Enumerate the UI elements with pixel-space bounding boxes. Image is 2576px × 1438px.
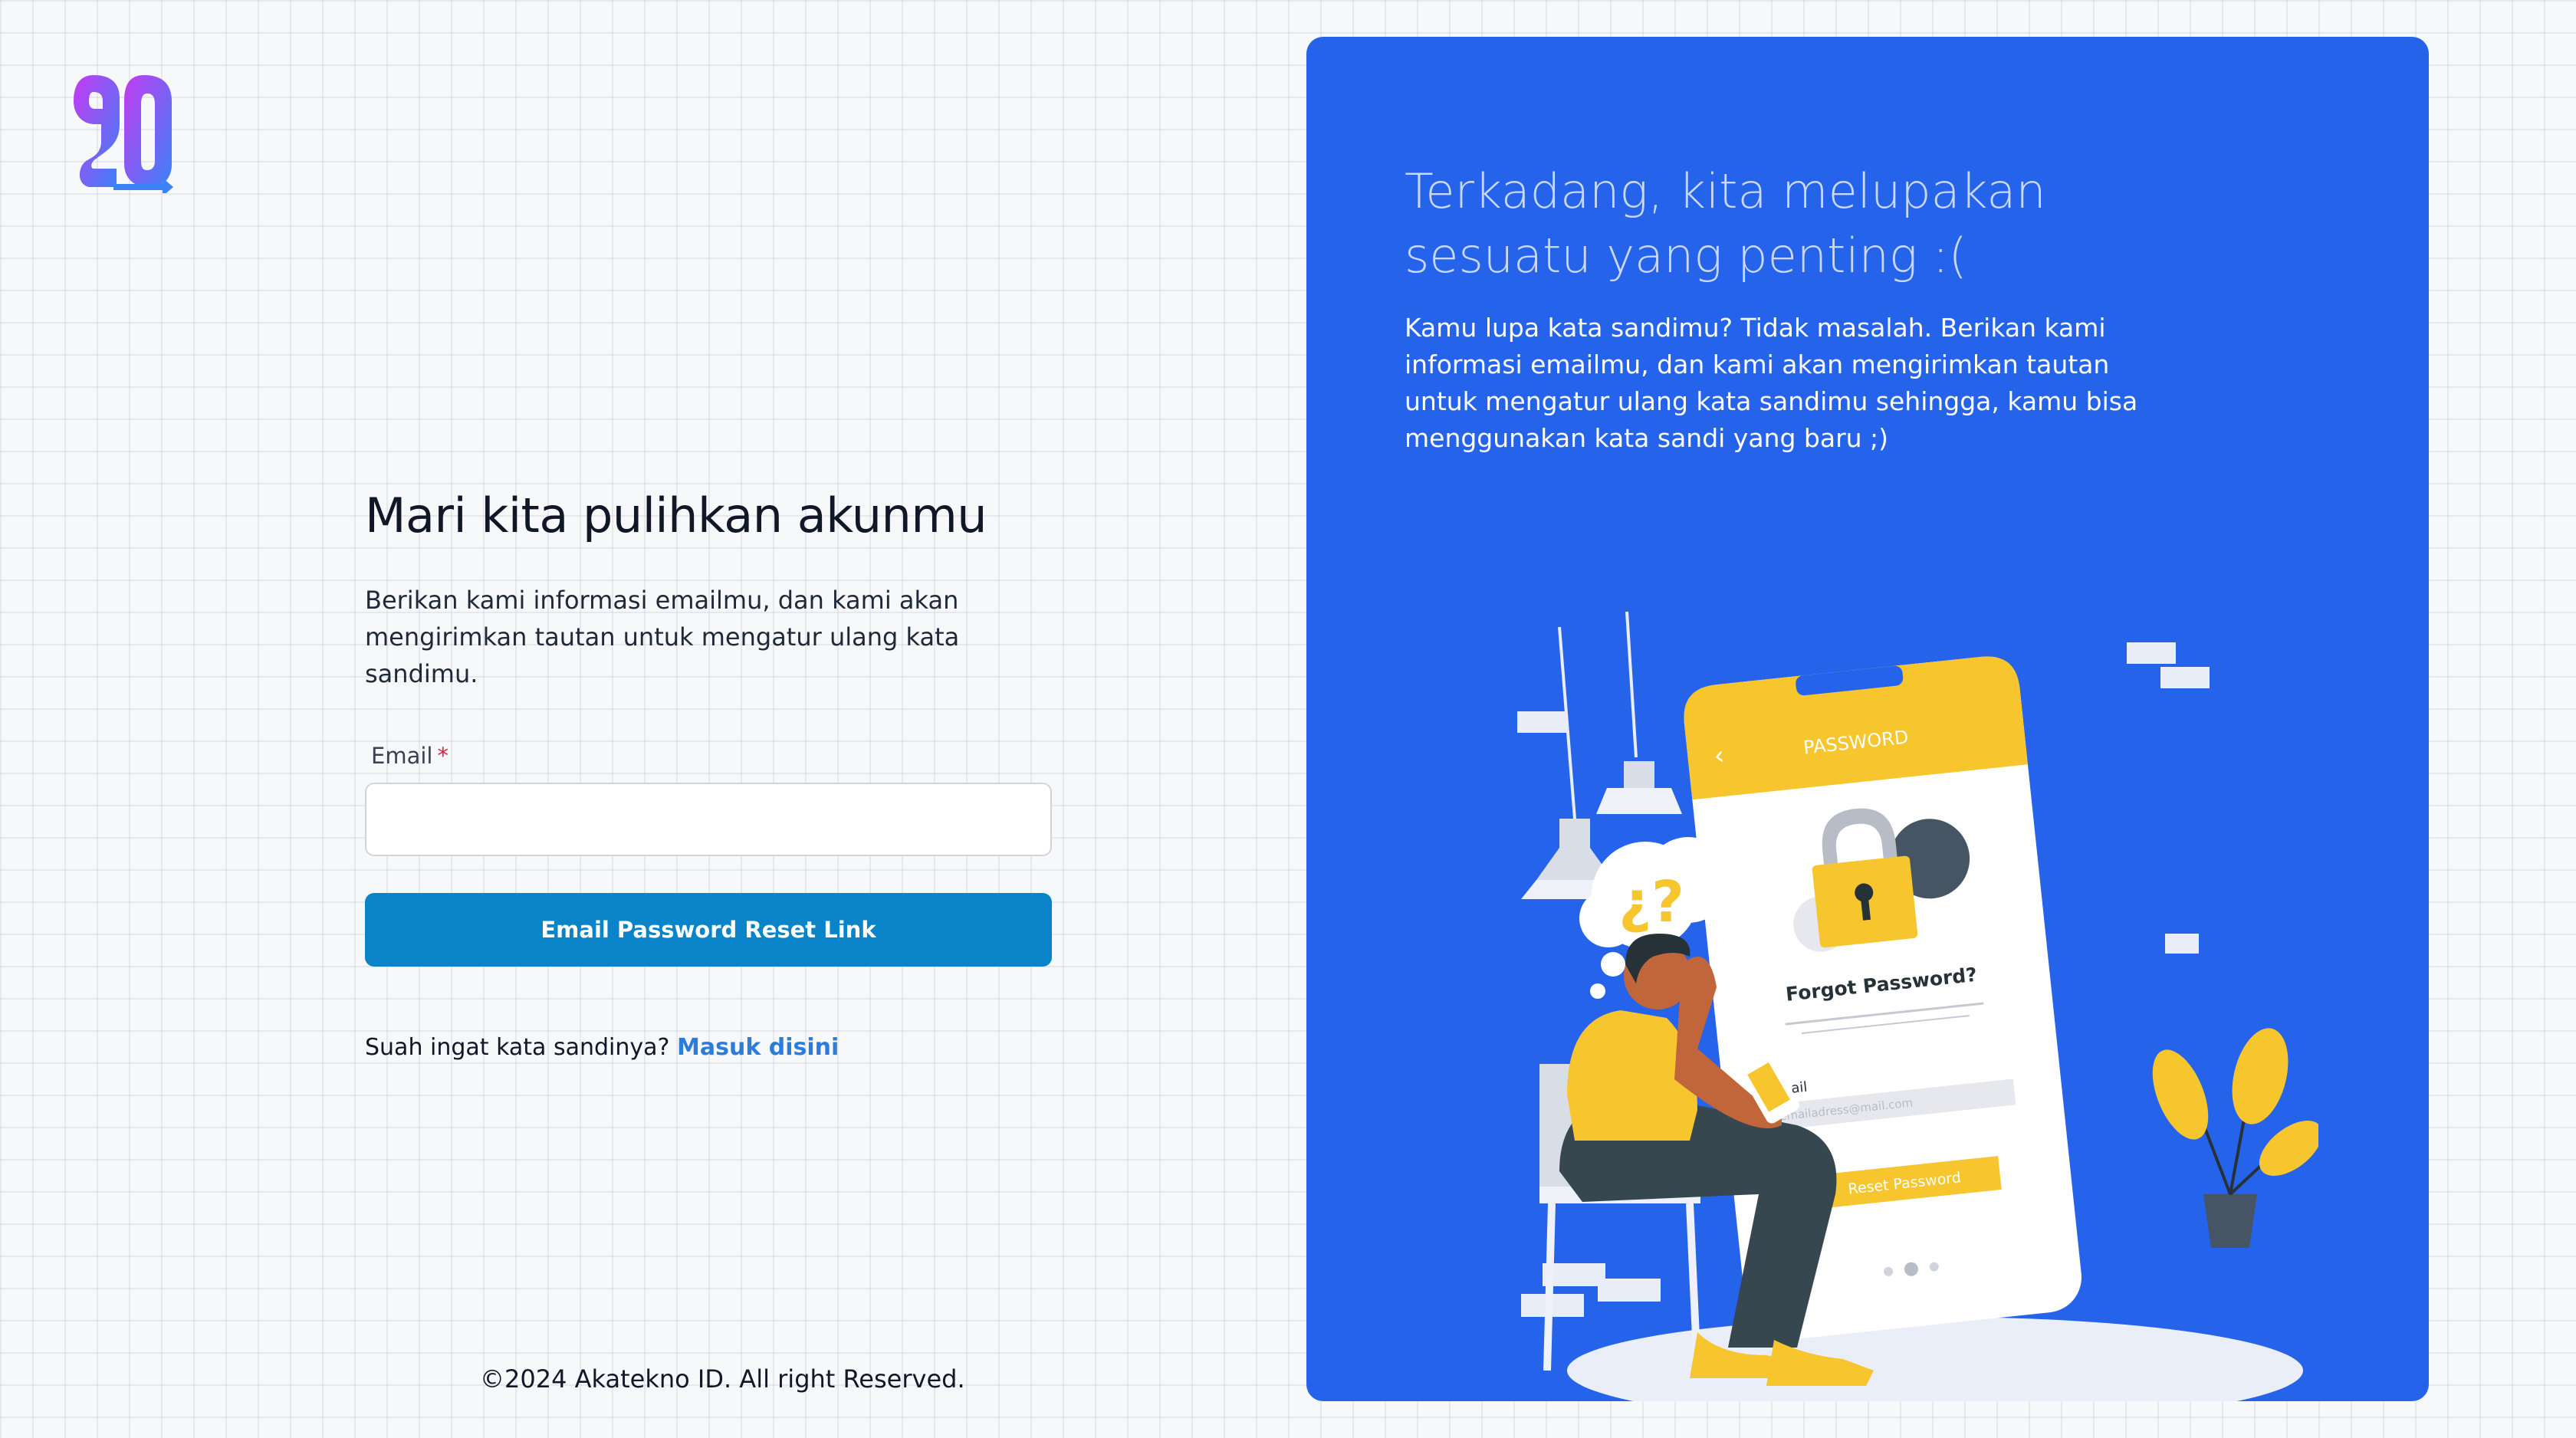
- hero-panel: Terkadang, kita melupakan sesuatu yang p…: [1306, 37, 2429, 1401]
- email-field-label: Email *: [371, 743, 1055, 769]
- wall-brick: [2127, 642, 2176, 664]
- hero-text: Kamu lupa kata sandimu? Tidak masalah. B…: [1405, 313, 2138, 453]
- email-reset-link-button[interactable]: Email Password Reset Link: [365, 893, 1052, 967]
- phone-mockup: PASSWORD ‹ Forgot Password? Email emaila…: [1684, 656, 2082, 1341]
- lamp-cord: [1625, 611, 1638, 758]
- email-field[interactable]: [365, 783, 1052, 856]
- page-title: Mari kita pulihkan akunmu: [365, 488, 987, 543]
- hero-heading: Terkadang, kita melupakan sesuatu yang p…: [1405, 163, 2046, 284]
- email-label-text: Email: [371, 743, 433, 769]
- question-icon: ¿?: [1618, 869, 1684, 935]
- akatekno-logo-icon[interactable]: [71, 71, 175, 193]
- wall-brick: [2160, 667, 2210, 688]
- required-mark: *: [437, 743, 449, 769]
- wall-brick: [2165, 934, 2199, 954]
- lamp-icon: [1624, 761, 1654, 789]
- reset-form: Mari kita pulihkan akunmu Berikan kami i…: [365, 488, 1055, 1061]
- forgot-password-illustration: PASSWORD ‹ Forgot Password? Email emaila…: [1517, 611, 2318, 1401]
- lamp-icon: [1559, 819, 1590, 849]
- plant-icon: [2152, 1028, 2318, 1248]
- footer-copyright: ©2024 Akatekno ID. All right Reserved.: [480, 1364, 965, 1394]
- login-link[interactable]: Masuk disini: [677, 1034, 839, 1061]
- floor-ellipse: [1567, 1317, 2303, 1401]
- login-prompt-text: Suah ingat kata sandinya?: [365, 1034, 670, 1061]
- wall-brick: [1517, 711, 1566, 733]
- form-subtitle: Berikan kami informasi emailmu, dan kami…: [365, 586, 960, 688]
- wall-brick: [1598, 1279, 1661, 1302]
- login-prompt: Suah ingat kata sandinya? Masuk disini: [365, 1034, 1055, 1061]
